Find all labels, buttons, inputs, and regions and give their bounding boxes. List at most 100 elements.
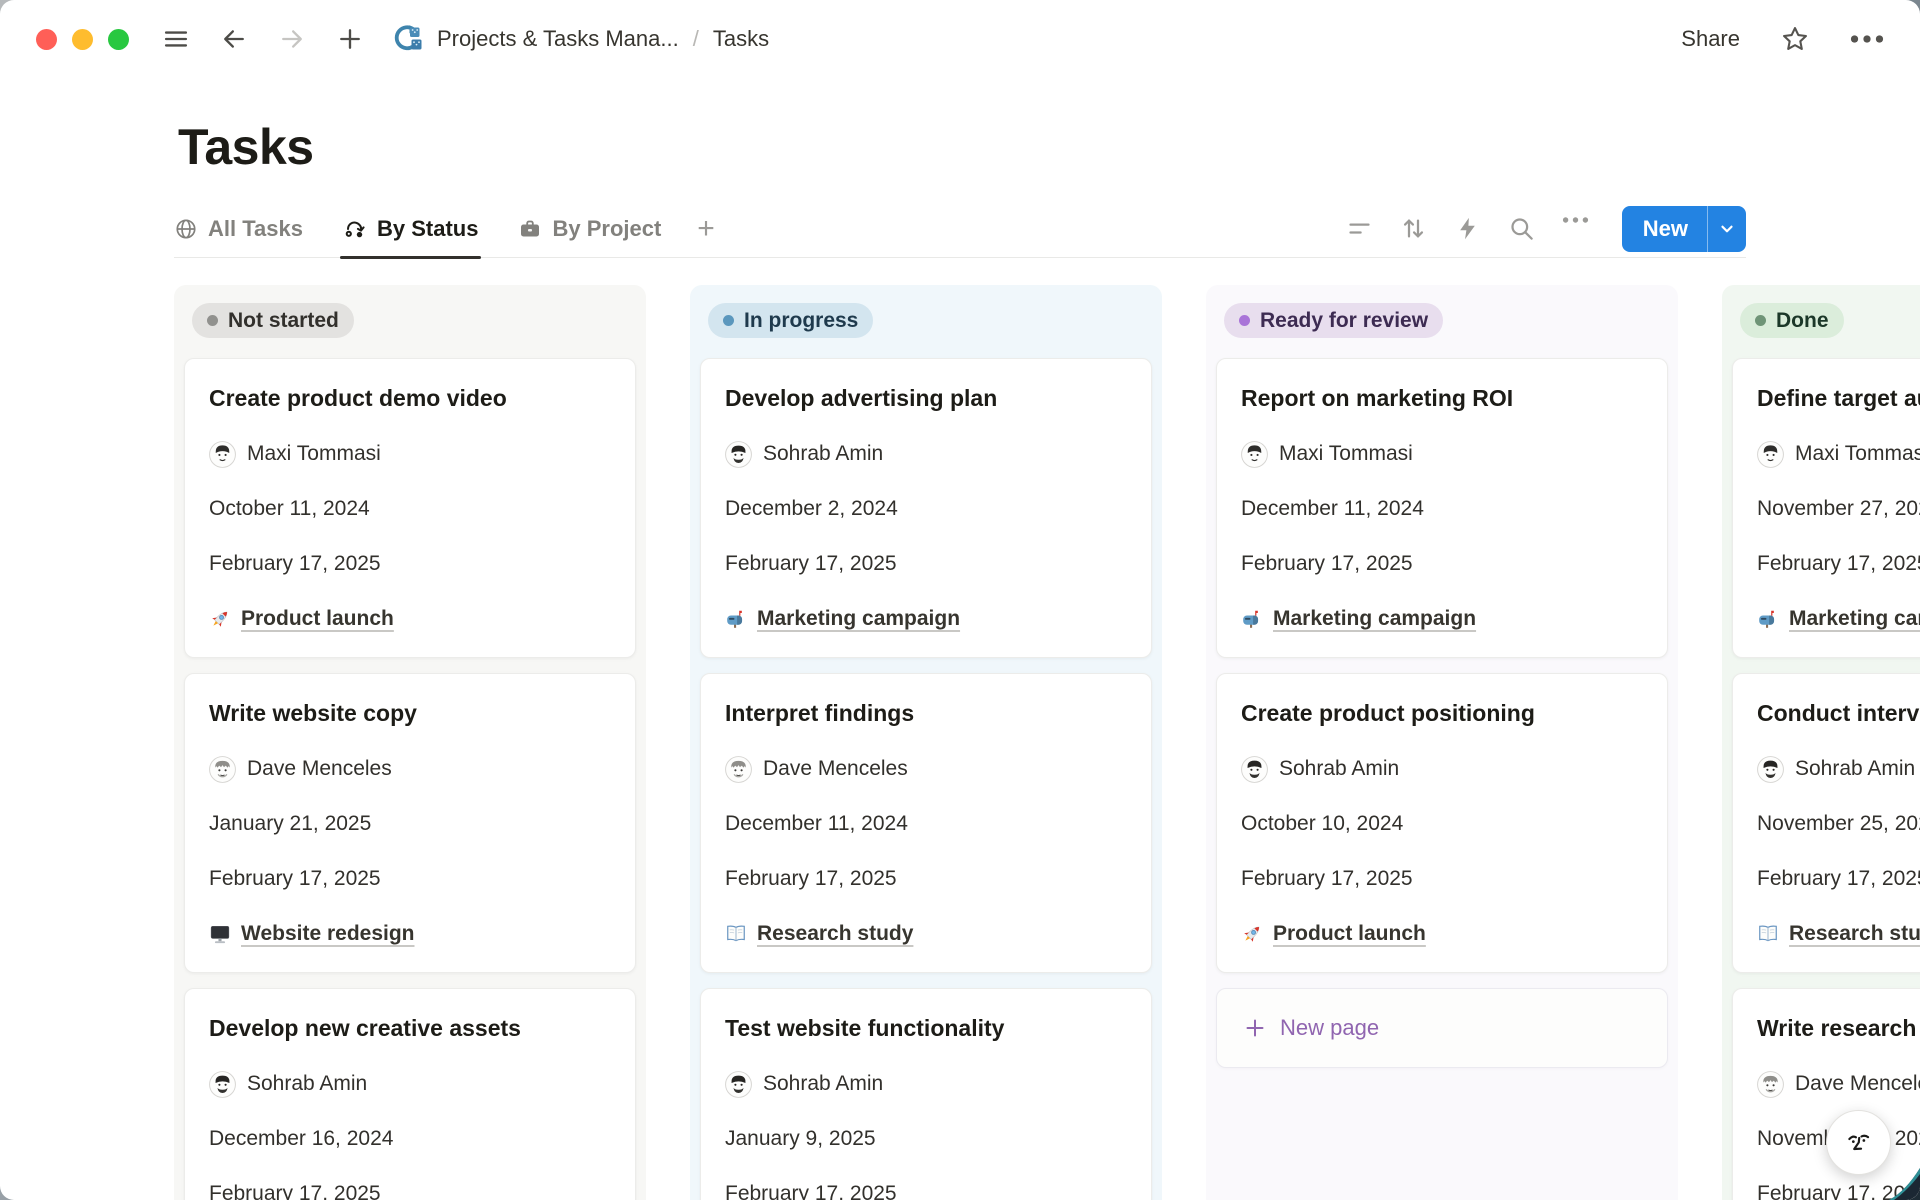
tab-label: By Project bbox=[552, 216, 661, 242]
project-link[interactable]: Marketing campaign bbox=[1273, 607, 1476, 631]
forward-icon[interactable] bbox=[275, 22, 309, 56]
search-icon[interactable] bbox=[1508, 215, 1535, 242]
avatar bbox=[1757, 756, 1784, 783]
project-icon bbox=[1241, 923, 1263, 945]
project-link[interactable]: Marketing campaign bbox=[757, 607, 960, 631]
tab-all-tasks[interactable]: All Tasks bbox=[174, 200, 303, 257]
assignee-name: Maxi Tommasi bbox=[1795, 442, 1920, 466]
status-pill[interactable]: Ready for review bbox=[1224, 303, 1443, 338]
status-dot bbox=[1239, 315, 1250, 326]
minimize-window-button[interactable] bbox=[72, 29, 93, 50]
task-due-date: February 17, 2025 bbox=[209, 1180, 611, 1200]
assignee-row: Maxi Tommasi bbox=[1757, 440, 1920, 468]
project-link[interactable]: Product launch bbox=[1273, 922, 1426, 946]
add-view-button[interactable]: + bbox=[697, 200, 715, 257]
board-column: Ready for review Report on marketing ROI… bbox=[1206, 285, 1678, 1200]
task-date: October 10, 2024 bbox=[1241, 810, 1643, 838]
avatar bbox=[209, 756, 236, 783]
avatar bbox=[1241, 756, 1268, 783]
assignee-row: Sohrab Amin bbox=[1757, 755, 1920, 783]
task-card[interactable]: Test website functionality Sohrab Amin J… bbox=[700, 988, 1152, 1200]
task-card[interactable]: Interpret findings Dave Menceles Decembe… bbox=[700, 673, 1152, 973]
avatar bbox=[1757, 441, 1784, 468]
project-link[interactable]: Research study bbox=[757, 922, 913, 946]
avatar bbox=[1241, 441, 1268, 468]
assignee-row: Sohrab Amin bbox=[1241, 755, 1643, 783]
star-icon[interactable] bbox=[1780, 24, 1810, 54]
project-row: Website redesign bbox=[209, 920, 611, 948]
project-icon bbox=[725, 923, 747, 945]
task-title: Write website copy bbox=[209, 698, 611, 728]
task-title: Create product demo video bbox=[209, 383, 611, 413]
new-tab-plus-icon[interactable] bbox=[333, 22, 367, 56]
assignee-name: Maxi Tommasi bbox=[1279, 442, 1413, 466]
breadcrumb-workspace[interactable]: Projects & Tasks Mana... bbox=[437, 26, 679, 52]
assistant-button[interactable] bbox=[1826, 1110, 1891, 1175]
task-due-date: February 17, 2025 bbox=[725, 865, 1127, 893]
task-title: Develop advertising plan bbox=[725, 383, 1127, 413]
assignee-row: Dave Menceles bbox=[725, 755, 1127, 783]
status-dot bbox=[723, 315, 734, 326]
task-card[interactable]: Develop advertising plan Sohrab Amin Dec… bbox=[700, 358, 1152, 658]
project-icon bbox=[1757, 923, 1779, 945]
task-date: December 16, 2024 bbox=[209, 1125, 611, 1153]
zoom-window-button[interactable] bbox=[108, 29, 129, 50]
menu-icon[interactable] bbox=[159, 22, 193, 56]
task-due-date: February 17, 2025 bbox=[209, 865, 611, 893]
project-link[interactable]: Marketing campaign bbox=[1789, 607, 1920, 631]
new-page-button[interactable]: New page bbox=[1216, 988, 1668, 1068]
task-card[interactable]: Report on marketing ROI Maxi Tommasi Dec… bbox=[1216, 358, 1668, 658]
bolt-icon[interactable] bbox=[1454, 215, 1481, 242]
more-icon[interactable] bbox=[1562, 215, 1589, 242]
page-title: Tasks bbox=[178, 118, 314, 176]
task-card[interactable]: Define target audience Maxi Tommasi Nove… bbox=[1732, 358, 1920, 658]
project-row: Marketing campaign bbox=[725, 605, 1127, 633]
status-pill[interactable]: Done bbox=[1740, 303, 1844, 338]
tab-by-project[interactable]: By Project bbox=[518, 200, 661, 257]
task-date: December 2, 2024 bbox=[725, 495, 1127, 523]
project-link[interactable]: Research study bbox=[1789, 922, 1920, 946]
project-icon bbox=[725, 608, 747, 630]
task-card[interactable]: Develop new creative assets Sohrab Amin … bbox=[184, 988, 636, 1200]
project-row: Product launch bbox=[209, 605, 611, 633]
project-link[interactable]: Website redesign bbox=[241, 922, 415, 946]
filter-icon[interactable] bbox=[1346, 215, 1373, 242]
back-icon[interactable] bbox=[217, 22, 251, 56]
tab-by-status[interactable]: By Status bbox=[343, 200, 478, 257]
project-row: Marketing campaign bbox=[1241, 605, 1643, 633]
status-pill[interactable]: Not started bbox=[192, 303, 354, 338]
project-icon bbox=[1241, 608, 1263, 630]
mouse-cursor bbox=[1889, 1168, 1920, 1200]
avatar bbox=[725, 1071, 752, 1098]
assignee-row: Sohrab Amin bbox=[209, 1070, 611, 1098]
breadcrumb-current[interactable]: Tasks bbox=[713, 26, 769, 52]
assignee-row: Maxi Tommasi bbox=[209, 440, 611, 468]
more-icon[interactable] bbox=[1850, 33, 1884, 45]
view-tabs: All Tasks By Status By Project bbox=[174, 200, 715, 257]
task-title: Write research report bbox=[1757, 1013, 1920, 1043]
task-date: November 25, 2024 bbox=[1757, 810, 1920, 838]
project-icon bbox=[209, 608, 231, 630]
new-button[interactable]: New bbox=[1622, 206, 1746, 252]
task-card[interactable]: Create product demo video Maxi Tommasi O… bbox=[184, 358, 636, 658]
avatar bbox=[1757, 1071, 1784, 1098]
project-row: Research study bbox=[725, 920, 1127, 948]
status-icon bbox=[343, 217, 367, 241]
view-controls: All Tasks By Status By Project bbox=[174, 200, 1746, 258]
app-window: Projects & Tasks Mana... / Tasks Share T… bbox=[0, 0, 1920, 1200]
share-button[interactable]: Share bbox=[1681, 26, 1740, 52]
status-pill[interactable]: In progress bbox=[708, 303, 873, 338]
project-icon bbox=[1757, 608, 1779, 630]
task-card[interactable]: Conduct interviews Sohrab Amin November … bbox=[1732, 673, 1920, 973]
task-card[interactable]: Create product positioning Sohrab Amin O… bbox=[1216, 673, 1668, 973]
project-link[interactable]: Product launch bbox=[241, 607, 394, 631]
board-column: Not started Create product demo video Ma… bbox=[174, 285, 646, 1200]
task-card[interactable]: Write website copy Dave Menceles January… bbox=[184, 673, 636, 973]
sort-icon[interactable] bbox=[1400, 215, 1427, 242]
chevron-down-icon[interactable] bbox=[1707, 206, 1746, 252]
new-button-label: New bbox=[1622, 206, 1707, 252]
board-column: In progress Develop advertising plan Soh… bbox=[690, 285, 1162, 1200]
column-cards: Report on marketing ROI Maxi Tommasi Dec… bbox=[1216, 358, 1668, 1068]
column-cards: Create product demo video Maxi Tommasi O… bbox=[184, 358, 636, 1200]
close-window-button[interactable] bbox=[36, 29, 57, 50]
